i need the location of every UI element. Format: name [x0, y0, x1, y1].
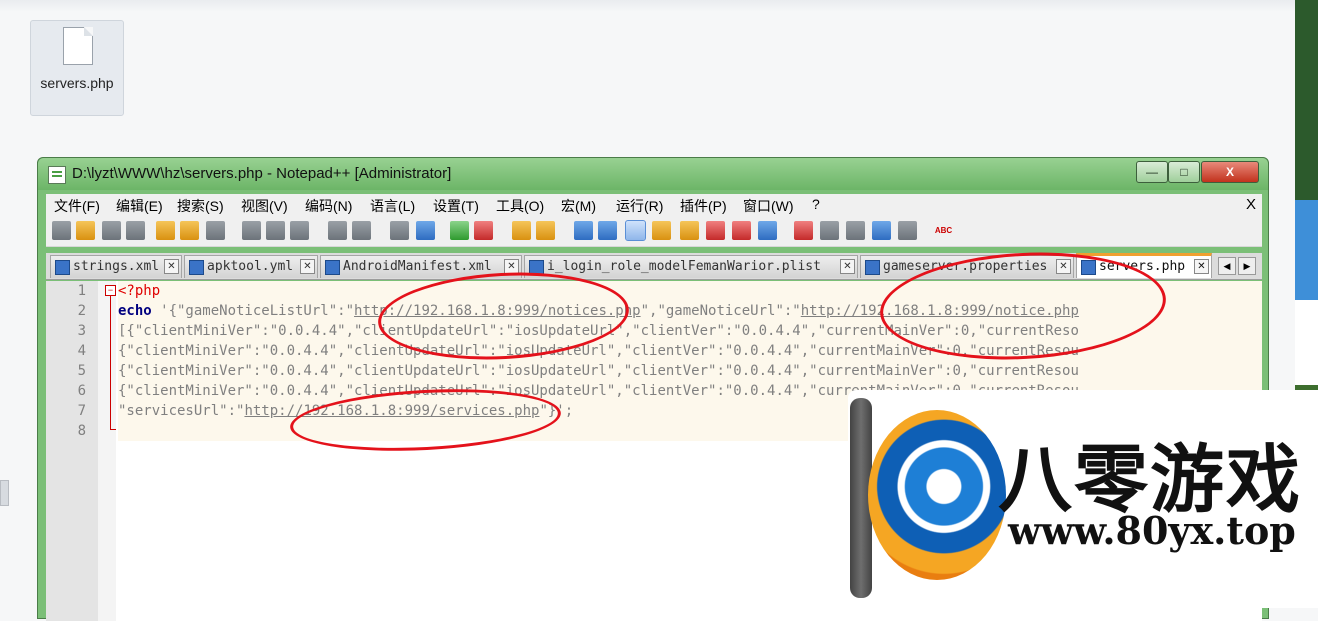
tab-close-icon[interactable]: ✕	[300, 259, 315, 274]
menu-macro[interactable]: 宏(M)	[561, 196, 596, 216]
tab-close-icon[interactable]: ✕	[840, 259, 855, 274]
run-macro-multiple-icon[interactable]	[872, 221, 891, 240]
tab-close-icon[interactable]: ✕	[164, 259, 179, 274]
minimize-button[interactable]: —	[1136, 161, 1168, 183]
close-all-icon[interactable]	[180, 221, 199, 240]
line-number: 1	[77, 283, 86, 299]
sync-horizontal-icon[interactable]	[536, 221, 555, 240]
line-number: 6	[77, 383, 86, 399]
watermark-url: www.80yx.top	[1008, 508, 1296, 553]
close-icon[interactable]	[156, 221, 175, 240]
menu-window[interactable]: 窗口(W)	[743, 196, 794, 216]
menu-tools[interactable]: 工具(O)	[496, 196, 544, 216]
swirl-logo-icon	[868, 410, 1006, 580]
window-title: D:\lyzt\WWW\hz\servers.php - Notepad++ […	[72, 165, 452, 182]
toolbar: ABC	[46, 216, 1262, 247]
watermark-logo: 八零游戏 www.80yx.top	[848, 390, 1318, 608]
spell-check-icon[interactable]: ABC	[934, 221, 953, 240]
word-wrap-icon[interactable]	[574, 221, 593, 240]
fold-end	[110, 429, 116, 430]
keyword-echo: echo	[118, 303, 152, 319]
close-button[interactable]: X	[1201, 161, 1259, 183]
menu-settings[interactable]: 设置(T)	[433, 196, 479, 216]
document-icon	[63, 27, 93, 65]
paste-icon[interactable]	[290, 221, 309, 240]
tab-scroll-left-icon[interactable]: ◀	[1218, 257, 1236, 275]
save-all-icon[interactable]	[126, 221, 145, 240]
tab-label: strings.xml	[73, 259, 160, 274]
copy-icon[interactable]	[266, 221, 285, 240]
scrollbar-fragment[interactable]	[0, 480, 9, 506]
tab-strings-xml[interactable]: strings.xml ✕	[50, 255, 182, 278]
line-number: 5	[77, 363, 86, 379]
code-line-1: <?php	[118, 283, 161, 299]
new-file-icon[interactable]	[52, 221, 71, 240]
fold-line	[110, 296, 111, 429]
file-icon-label: servers.php	[40, 75, 114, 91]
save-icon[interactable]	[102, 221, 121, 240]
menu-view[interactable]: 视图(V)	[241, 196, 288, 216]
monitor-icon[interactable]	[758, 221, 777, 240]
open-file-icon[interactable]	[76, 221, 95, 240]
user-language-icon[interactable]	[652, 221, 671, 240]
menu-run[interactable]: 运行(R)	[616, 196, 663, 216]
tab-login-role-plist[interactable]: i_login_role_modelFemanWarior.plist ✕	[524, 255, 858, 278]
function-list-icon[interactable]	[706, 221, 725, 240]
line-number: 4	[77, 343, 86, 359]
line-number: 3	[77, 323, 86, 339]
undo-icon[interactable]	[328, 221, 347, 240]
file-icon	[189, 260, 204, 275]
line-number: 8	[77, 423, 86, 439]
code-line-5: {"clientMiniVer":"0.0.4.4","clientUpdate…	[118, 363, 1079, 379]
menu-language[interactable]: 语言(L)	[370, 196, 415, 216]
menu-search[interactable]: 搜索(S)	[177, 196, 224, 216]
notepad-app-icon	[48, 166, 66, 184]
zoom-in-icon[interactable]	[450, 221, 469, 240]
fold-toggle-icon[interactable]: −	[105, 285, 116, 296]
fold-margin	[98, 281, 116, 621]
sync-vertical-icon[interactable]	[512, 221, 531, 240]
tab-apktool-yml[interactable]: apktool.yml ✕	[184, 255, 318, 278]
cut-icon[interactable]	[242, 221, 261, 240]
menu-file[interactable]: 文件(F)	[54, 196, 100, 216]
menu-bar: 文件(F) 编辑(E) 搜索(S) 视图(V) 编码(N) 语言(L) 设置(T…	[46, 194, 1262, 216]
redo-icon[interactable]	[352, 221, 371, 240]
menu-help[interactable]: ?	[812, 196, 820, 212]
menu-encoding[interactable]: 编码(N)	[305, 196, 352, 216]
tab-label: i_login_role_modelFemanWarior.plist	[547, 259, 821, 274]
file-icon	[325, 260, 340, 275]
menu-plugins[interactable]: 插件(P)	[680, 196, 727, 216]
tab-label: apktool.yml	[207, 259, 294, 274]
indent-guide-icon[interactable]	[625, 220, 646, 241]
line-number: 7	[77, 403, 86, 419]
line-number-gutter: 1 2 3 4 5 6 7 8	[46, 281, 98, 621]
menu-edit[interactable]: 编辑(E)	[116, 196, 163, 216]
line-number: 2	[77, 303, 86, 319]
folder-workspace-icon[interactable]	[732, 221, 751, 240]
close-document-button[interactable]: X	[1246, 196, 1256, 213]
doc-map-icon[interactable]	[680, 221, 699, 240]
zoom-out-icon[interactable]	[474, 221, 493, 240]
file-icon	[865, 260, 880, 275]
file-icon-servers-php[interactable]: servers.php	[30, 20, 124, 116]
file-icon	[55, 260, 70, 275]
explorer-top-strip	[0, 0, 1295, 12]
tab-label: AndroidManifest.xml	[343, 259, 492, 274]
replace-icon[interactable]	[416, 221, 435, 240]
find-icon[interactable]	[390, 221, 409, 240]
tab-scroll-right-icon[interactable]: ▶	[1238, 257, 1256, 275]
maximize-button[interactable]: □	[1168, 161, 1200, 183]
title-bar[interactable]: D:\lyzt\WWW\hz\servers.php - Notepad++ […	[38, 158, 1268, 190]
play-macro-icon[interactable]	[846, 221, 865, 240]
record-macro-icon[interactable]	[794, 221, 813, 240]
stop-macro-icon[interactable]	[820, 221, 839, 240]
tab-close-icon[interactable]: ✕	[1194, 259, 1209, 274]
show-all-chars-icon[interactable]	[598, 221, 617, 240]
print-icon[interactable]	[206, 221, 225, 240]
save-macro-icon[interactable]	[898, 221, 917, 240]
